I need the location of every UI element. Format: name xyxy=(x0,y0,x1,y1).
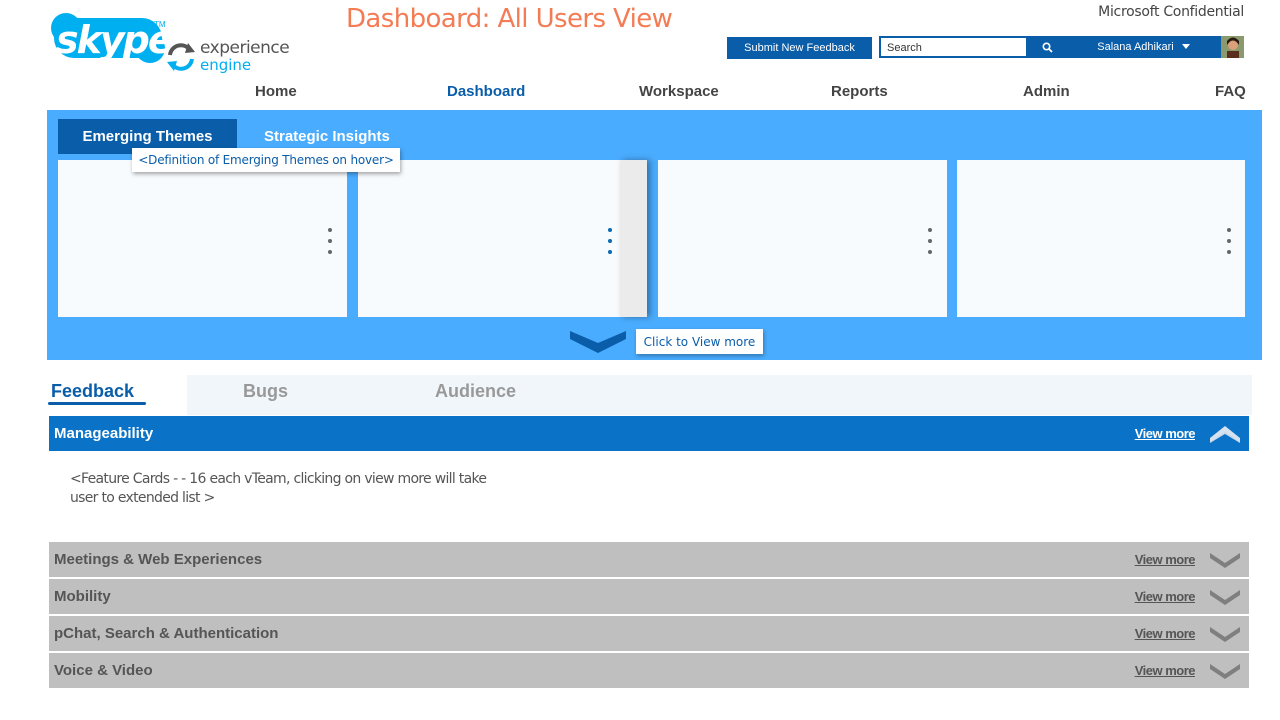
search-field[interactable] xyxy=(879,36,1028,58)
card-menu-kebab-icon[interactable] xyxy=(1225,228,1233,254)
chevron-down-icon[interactable] xyxy=(1210,624,1240,643)
trademark-mark: TM xyxy=(154,20,166,29)
section-header-mobility[interactable]: Mobility View more xyxy=(49,579,1249,614)
tab-bugs[interactable]: Bugs xyxy=(243,381,288,402)
section-body-placeholder: <Feature Cards - - 16 each vTeam, clicki… xyxy=(70,471,487,506)
nav-workspace[interactable]: Workspace xyxy=(639,83,719,100)
avatar[interactable] xyxy=(1221,36,1244,58)
view-more-link[interactable]: View more xyxy=(1135,626,1196,641)
nav-dashboard[interactable]: Dashboard xyxy=(447,83,525,100)
theme-card[interactable] xyxy=(358,160,622,317)
section-header-voice-video[interactable]: Voice & Video View more xyxy=(49,653,1249,688)
caret-down-icon xyxy=(1181,44,1190,49)
view-more-link[interactable]: View more xyxy=(1135,589,1196,604)
logo-subtitle-engine: engine xyxy=(200,56,252,74)
page-title: Dashboard: All Users View xyxy=(346,4,673,34)
section-header-manageability[interactable]: Manageability View more xyxy=(49,416,1249,451)
card-menu-kebab-icon[interactable] xyxy=(326,228,334,254)
card-menu-kebab-icon[interactable] xyxy=(926,228,934,254)
search-icon xyxy=(1041,41,1053,53)
tab-strategic-insights[interactable]: Strategic Insights xyxy=(264,128,390,145)
logo-subtitle-experience: experience xyxy=(200,38,290,58)
feedback-tab-bar xyxy=(187,375,1252,415)
card-menu-kebab-icon[interactable] xyxy=(606,228,614,254)
nav-home[interactable]: Home xyxy=(255,83,297,100)
section-title: Mobility xyxy=(54,588,111,605)
section-title: Manageability xyxy=(54,425,154,442)
chevron-down-icon[interactable] xyxy=(1210,661,1240,680)
chevron-up-icon[interactable] xyxy=(1210,424,1240,443)
user-photo-icon xyxy=(1221,36,1244,58)
nav-reports[interactable]: Reports xyxy=(831,83,888,100)
submit-feedback-button[interactable]: Submit New Feedback xyxy=(727,37,872,59)
theme-card[interactable] xyxy=(658,160,947,317)
nav-admin[interactable]: Admin xyxy=(1023,83,1070,100)
tab-audience[interactable]: Audience xyxy=(435,381,516,402)
expand-chevron-down-icon[interactable] xyxy=(570,329,626,355)
view-more-link[interactable]: View more xyxy=(1135,663,1196,678)
section-title: pChat, Search & Authentication xyxy=(54,625,279,642)
user-menu[interactable]: Salana Adhikari xyxy=(1066,36,1221,58)
theme-card[interactable] xyxy=(957,160,1245,317)
view-more-link[interactable]: View more xyxy=(1135,426,1196,441)
click-to-view-more-button[interactable]: Click to View more xyxy=(636,329,763,354)
theme-card[interactable] xyxy=(58,160,347,317)
sync-arrows-icon xyxy=(167,43,195,71)
tab-feedback[interactable]: Feedback xyxy=(51,381,134,402)
card-scroll-edge xyxy=(620,160,647,317)
skype-experience-engine-logo: skype TM experience engine xyxy=(50,12,290,74)
chevron-down-icon[interactable] xyxy=(1210,587,1240,606)
search-button[interactable] xyxy=(1027,36,1067,58)
active-tab-underline xyxy=(48,402,146,405)
chevron-down-icon[interactable] xyxy=(1210,550,1240,569)
user-name: Salana Adhikari xyxy=(1097,41,1174,53)
section-title: Voice & Video xyxy=(54,662,153,679)
view-more-link[interactable]: View more xyxy=(1135,552,1196,567)
section-title: Meetings & Web Experiences xyxy=(54,551,263,568)
confidential-label: Microsoft Confidential xyxy=(1098,4,1244,20)
section-header-pchat[interactable]: pChat, Search & Authentication View more xyxy=(49,616,1249,651)
emerging-themes-tooltip: <Definition of Emerging Themes on hover> xyxy=(132,148,400,172)
search-input[interactable] xyxy=(881,39,1026,57)
nav-faq[interactable]: FAQ xyxy=(1215,83,1246,100)
section-header-meetings[interactable]: Meetings & Web Experiences View more xyxy=(49,542,1249,577)
